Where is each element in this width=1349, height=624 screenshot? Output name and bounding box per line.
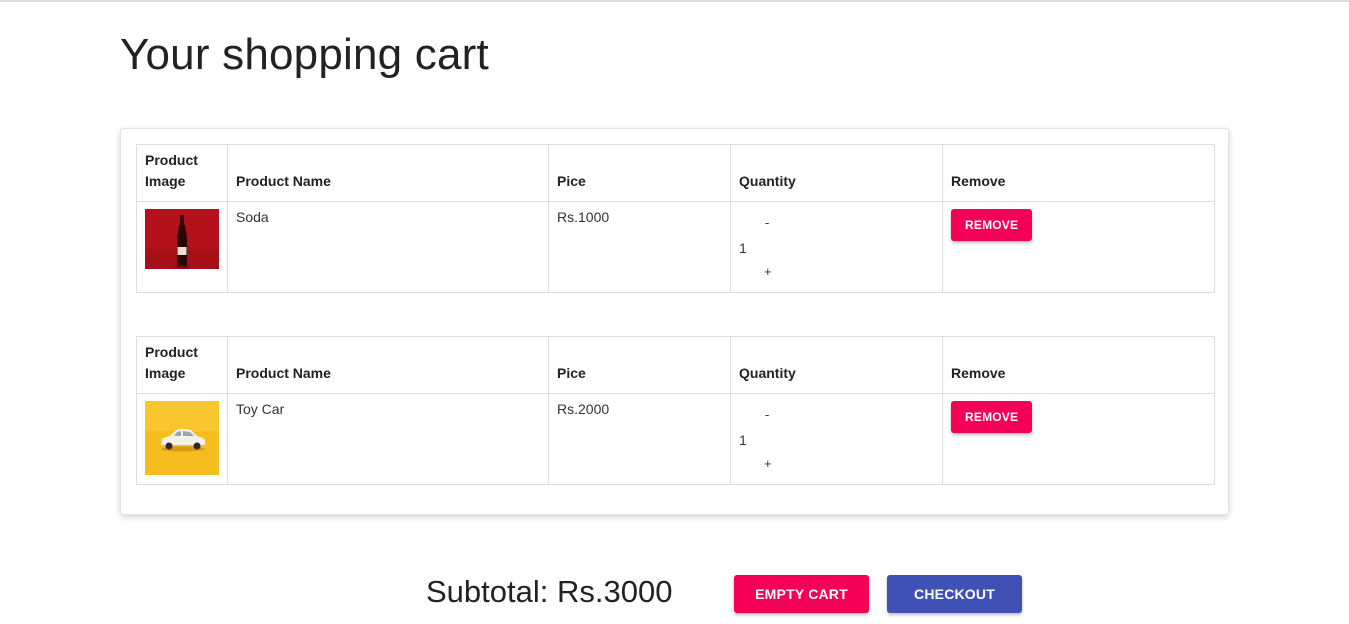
cart-card: Product Image Product Name Pice Quantity… xyxy=(120,128,1229,515)
remove-button[interactable]: REMOVE xyxy=(951,209,1033,241)
header-product-name: Product Name xyxy=(227,336,549,394)
product-image-cell xyxy=(136,201,228,293)
decrease-quantity-button[interactable]: - xyxy=(765,215,769,230)
table-header-row: Product Image Product Name Pice Quantity… xyxy=(136,144,1215,202)
header-price: Pice xyxy=(548,336,731,394)
product-price-cell: Rs.1000 xyxy=(548,201,731,293)
remove-button[interactable]: REMOVE xyxy=(951,401,1033,433)
table-header-row: Product Image Product Name Pice Quantity… xyxy=(136,336,1215,394)
quantity-cell: - 1 + xyxy=(730,201,943,293)
header-product-image: Product Image xyxy=(136,336,228,394)
soda-bottle-image xyxy=(145,209,219,269)
quantity-cell: - 1 + xyxy=(730,393,943,485)
header-quantity: Quantity xyxy=(730,336,943,394)
header-quantity: Quantity xyxy=(730,144,943,202)
increase-quantity-button[interactable]: + xyxy=(764,264,772,279)
header-remove: Remove xyxy=(942,144,1215,202)
product-image-cell xyxy=(136,393,228,485)
quantity-value: 1 xyxy=(739,240,747,256)
decrease-quantity-button[interactable]: - xyxy=(765,407,769,422)
quantity-stepper: - 1 + xyxy=(739,209,934,287)
product-price-cell: Rs.2000 xyxy=(548,393,731,485)
quantity-stepper: - 1 + xyxy=(739,401,934,479)
toy-car-image xyxy=(145,401,219,475)
quantity-value: 1 xyxy=(739,432,747,448)
top-divider xyxy=(0,0,1349,2)
table-row: Toy Car Rs.2000 - 1 + REMOVE xyxy=(136,393,1215,485)
header-remove: Remove xyxy=(942,336,1215,394)
product-name-cell: Soda xyxy=(227,201,549,293)
empty-cart-button[interactable]: EMPTY CART xyxy=(734,575,869,613)
subtotal-text: Subtotal: Rs.3000 xyxy=(426,574,673,609)
increase-quantity-button[interactable]: + xyxy=(764,456,772,471)
remove-cell: REMOVE xyxy=(942,393,1215,485)
table-row: Soda Rs.1000 - 1 + REMOVE xyxy=(136,201,1215,293)
cart-item-table: Product Image Product Name Pice Quantity… xyxy=(136,144,1215,293)
cart-item-table: Product Image Product Name Pice Quantity… xyxy=(136,336,1215,485)
page-title: Your shopping cart xyxy=(120,30,489,79)
checkout-button[interactable]: CHECKOUT xyxy=(887,575,1022,613)
remove-cell: REMOVE xyxy=(942,201,1215,293)
header-price: Pice xyxy=(548,144,731,202)
product-name-cell: Toy Car xyxy=(227,393,549,485)
header-product-name: Product Name xyxy=(227,144,549,202)
header-product-image: Product Image xyxy=(136,144,228,202)
